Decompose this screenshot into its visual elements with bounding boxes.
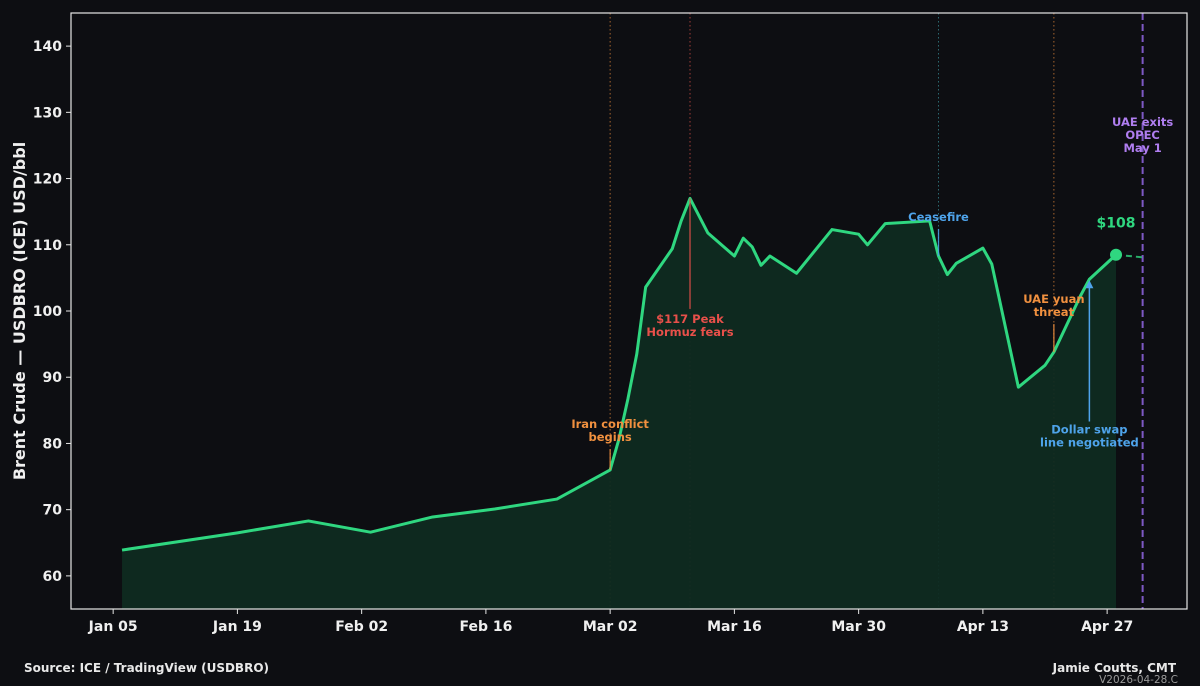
annotation-text: begins <box>589 430 632 444</box>
last-price-marker <box>1110 248 1123 261</box>
y-axis-label: Brent Crude — USDBRO (ICE) USD/bbl <box>10 142 29 480</box>
annotation-text: $117 Peak <box>656 312 724 326</box>
x-tick-label: Apr 13 <box>957 619 1009 635</box>
author-credit: Jamie Coutts, CMT <box>1052 661 1176 675</box>
annotation-text: OPEC <box>1125 128 1160 142</box>
x-tick-label: Mar 16 <box>707 619 762 635</box>
annotation-text: Ceasefire <box>908 210 969 224</box>
annotation-text: threat <box>1034 305 1075 319</box>
x-tick-label: Feb 02 <box>335 619 388 635</box>
x-tick-label: Jan 05 <box>88 619 138 635</box>
y-tick-label: 100 <box>33 304 62 320</box>
annotation-text: May 1 <box>1123 141 1161 155</box>
x-tick-label: Mar 02 <box>583 619 638 635</box>
y-tick-label: 60 <box>43 569 63 585</box>
source-note: Source: ICE / TradingView (USDBRO) <box>24 661 269 675</box>
annotation-text: Hormuz fears <box>646 325 733 339</box>
annotation-text: Iran conflict <box>571 417 649 431</box>
last-price-label: $108 <box>1097 216 1136 232</box>
brent-crude-chart: $108 Jan 05 Jan 19 Feb 02 Feb 16 Mar 02 Mar 16… <box>0 0 1200 686</box>
y-tick-label: 130 <box>33 105 62 121</box>
annotation-text: UAE yuan <box>1023 292 1084 306</box>
version-label: V2026-04-28.C <box>1099 674 1178 686</box>
x-tick-label: Feb 16 <box>459 619 512 635</box>
x-tick-label: Mar 30 <box>831 619 886 635</box>
x-tick-label: Apr 27 <box>1081 619 1133 635</box>
x-tick-label: Jan 19 <box>212 619 262 635</box>
annotation-text: Dollar swap <box>1051 423 1127 437</box>
y-tick-label: 90 <box>43 370 63 386</box>
annotation-text: line negotiated <box>1040 436 1139 450</box>
y-tick-label: 120 <box>33 172 62 188</box>
y-tick-label: 70 <box>43 503 63 519</box>
annotation-text: UAE exits <box>1112 115 1173 129</box>
y-tick-label: 140 <box>33 39 62 55</box>
y-tick-label: 80 <box>43 436 63 452</box>
y-tick-label: 110 <box>33 238 62 254</box>
